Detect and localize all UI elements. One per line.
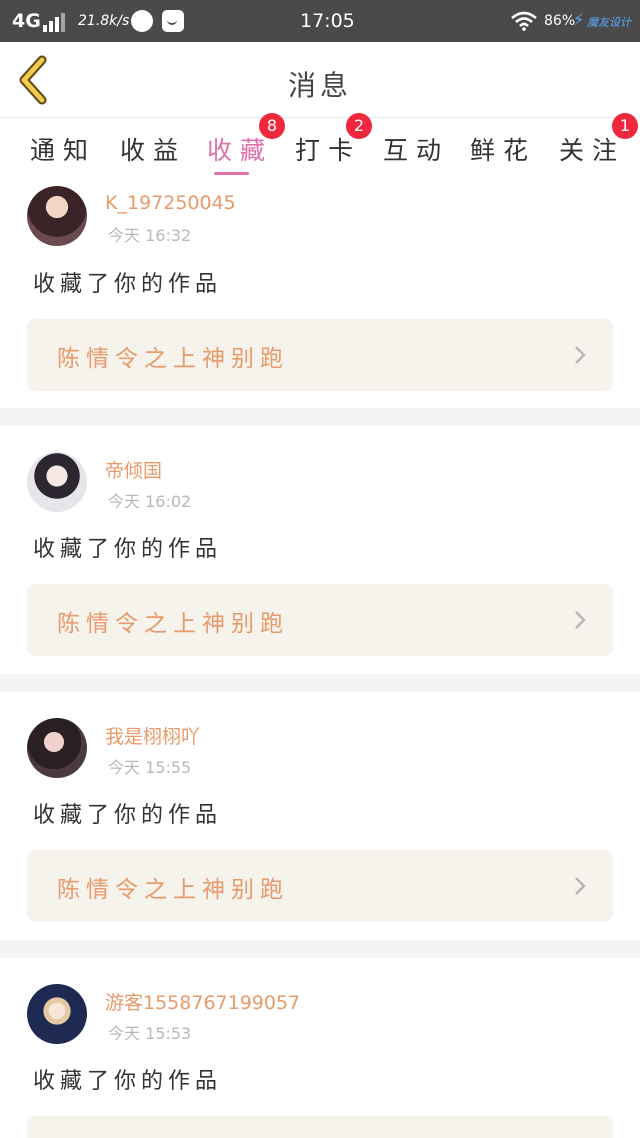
network-speed: 21.8k/s bbox=[78, 13, 130, 29]
user-name[interactable]: 我是栩栩吖 bbox=[105, 722, 200, 749]
message-time: 今天 15:55 bbox=[108, 758, 192, 777]
user-name[interactable]: 游客1558767199057 bbox=[105, 988, 300, 1015]
page-title: 消息 bbox=[287, 69, 352, 102]
active-tab-indicator bbox=[214, 172, 249, 175]
tab-follows-badge: 1 bbox=[612, 113, 638, 139]
work-title: 陈情令之上神别跑 bbox=[57, 877, 289, 903]
avatar[interactable] bbox=[27, 186, 87, 246]
tab-bar: 通知 收益 收藏 8 打卡 2 互动 鲜花 关注 1 bbox=[0, 113, 640, 175]
user-name[interactable]: 帝倾国 bbox=[105, 456, 162, 483]
divider bbox=[0, 674, 640, 692]
message-text: 收藏了你的作品 bbox=[33, 1069, 223, 1094]
message-notification-icon bbox=[162, 10, 184, 32]
tab-flowers[interactable]: 鲜花 bbox=[470, 131, 536, 167]
message-item: 我是栩栩吖 今天 15:55 收藏了你的作品 陈情令之上神别跑 bbox=[0, 692, 640, 940]
tab-favorites-badge: 8 bbox=[259, 113, 285, 139]
work-title: 陈情令之上神别跑 bbox=[57, 346, 289, 372]
message-time: 今天 16:02 bbox=[108, 492, 192, 511]
chevron-right-icon bbox=[575, 611, 586, 629]
header: 消息 bbox=[0, 42, 640, 118]
avatar[interactable] bbox=[27, 718, 87, 778]
chevron-right-icon bbox=[575, 877, 586, 895]
work-link[interactable]: 陈情令之上神别跑 bbox=[27, 319, 613, 391]
chevron-right-icon bbox=[575, 346, 586, 364]
message-item: 游客1558767199057 今天 15:53 收藏了你的作品 bbox=[0, 958, 640, 1138]
lightning-icon: ⚡ bbox=[573, 10, 585, 29]
divider bbox=[0, 940, 640, 958]
message-item: 帝倾国 今天 16:02 收藏了你的作品 陈情令之上神别跑 bbox=[0, 426, 640, 674]
tab-notifications[interactable]: 通知 bbox=[30, 131, 96, 167]
avatar[interactable] bbox=[27, 984, 87, 1044]
tab-follows[interactable]: 关注 bbox=[559, 131, 625, 167]
tab-favorites[interactable]: 收藏 bbox=[207, 131, 273, 167]
network-type: 4G bbox=[12, 10, 41, 32]
message-text: 收藏了你的作品 bbox=[33, 537, 223, 562]
tab-checkin-badge: 2 bbox=[346, 113, 372, 139]
signal-icon bbox=[43, 12, 65, 32]
app-notification-icon bbox=[131, 10, 153, 32]
message-time: 今天 16:32 bbox=[108, 226, 192, 245]
message-time: 今天 15:53 bbox=[108, 1024, 192, 1043]
battery-level: 86% bbox=[544, 13, 576, 29]
work-link[interactable] bbox=[27, 1116, 613, 1138]
wifi-icon bbox=[511, 11, 537, 31]
avatar[interactable] bbox=[27, 452, 87, 512]
work-link[interactable]: 陈情令之上神别跑 bbox=[27, 850, 613, 922]
work-link[interactable]: 陈情令之上神别跑 bbox=[27, 584, 613, 656]
message-text: 收藏了你的作品 bbox=[33, 803, 223, 828]
user-name[interactable]: K_197250045 bbox=[105, 192, 236, 214]
brand-watermark: 魔友设计 bbox=[587, 16, 631, 29]
tab-earnings[interactable]: 收益 bbox=[120, 131, 186, 167]
status-bar: 4G 21.8k/s 17:05 86% ⚡ 魔友设计 bbox=[0, 0, 640, 42]
tab-interactions[interactable]: 互动 bbox=[383, 131, 449, 167]
message-text: 收藏了你的作品 bbox=[33, 272, 223, 297]
work-title: 陈情令之上神别跑 bbox=[57, 611, 289, 637]
divider bbox=[0, 408, 640, 426]
message-item: K_197250045 今天 16:32 收藏了你的作品 陈情令之上神别跑 bbox=[0, 176, 640, 408]
clock: 17:05 bbox=[300, 10, 355, 32]
